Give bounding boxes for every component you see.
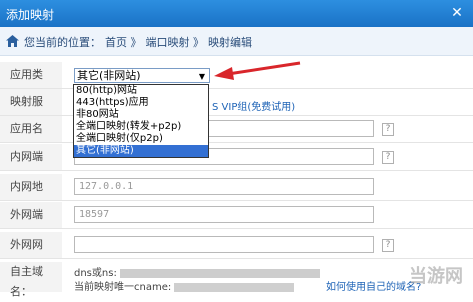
breadcrumb: 您当前的位置： 首页 》端口映射 》映射编辑 [0,27,473,56]
help-icon[interactable]: ? [382,151,394,164]
window-title: 添加映射 [6,8,55,22]
breadcrumb-separator: 》 [130,36,142,49]
close-icon[interactable]: ✕ [449,5,465,21]
dropdown-option[interactable]: 443(https)应用 [74,97,208,109]
cname-prefix: 当前映射唯一cname: [74,282,172,293]
app-name-label: 应用名称： [0,116,62,161]
vip-link[interactable]: S VIP组(免费试用) [212,98,295,113]
app-name-row: 应用名称： ? [0,116,473,161]
internal-addr-row: 内网地址： 127.0.0.1 [0,174,473,219]
dropdown-option[interactable]: 非80网站 [74,109,208,121]
external-addr-label: 外网网址： [0,232,62,277]
mapping-service-label: 映射服务： [0,89,62,134]
domain-help-link[interactable]: 如何使用自己的域名? [326,278,421,293]
redacted-value [120,268,320,278]
app-type-dropdown[interactable]: 80(http)网站 443(https)应用 非80网站 全端口映射(转发+p… [73,84,209,158]
redacted-value [174,282,295,292]
breadcrumb-separator: 》 [193,36,204,49]
app-type-value: 其它(非网站) [77,69,141,82]
dropdown-option[interactable]: 全端口映射(转发+p2p) [74,121,208,133]
title-bar: 添加映射 ✕ [0,0,473,27]
app-type-row: 应用类型： [0,62,473,107]
home-icon [6,35,19,50]
external-addr-row: 外网网址： ? [0,232,473,277]
dropdown-option[interactable]: 80(http)网站 [74,85,208,97]
external-port-input[interactable]: 18597 [74,206,374,223]
external-port-label: 外网端口： [0,202,62,247]
dropdown-option[interactable]: 全端口映射(仅p2p) [74,133,208,145]
internal-addr-input[interactable]: 127.0.0.1 [74,178,374,195]
watermark: 当游网 [409,266,463,287]
help-icon[interactable]: ? [382,239,394,252]
internal-port-row: 内网端口： ? [0,144,473,189]
dns-line: dns或ns: [74,264,320,279]
app-type-label: 应用类型： [0,62,62,107]
domain-label: 自主域名： [0,262,62,298]
cname-line: 当前映射唯一cname: [74,278,295,293]
help-icon[interactable]: ? [382,123,394,136]
chevron-down-icon: ▼ [198,72,205,81]
internal-port-label: 内网端口： [0,144,62,189]
external-addr-input[interactable] [74,236,374,253]
internal-addr-label: 内网地址： [0,174,62,219]
dropdown-option-selected[interactable]: 其它(非网站) [74,145,208,157]
breadcrumb-prefix: 您当前的位置： [24,36,101,49]
app-type-select[interactable]: 其它(非网站) ▼ [74,68,210,83]
breadcrumb-port-mapping[interactable]: 端口映射 [146,36,190,49]
breadcrumb-current: 映射编辑 [208,36,252,49]
breadcrumb-home[interactable]: 首页 [105,36,127,49]
external-port-row: 外网端口： 18597 [0,202,473,247]
